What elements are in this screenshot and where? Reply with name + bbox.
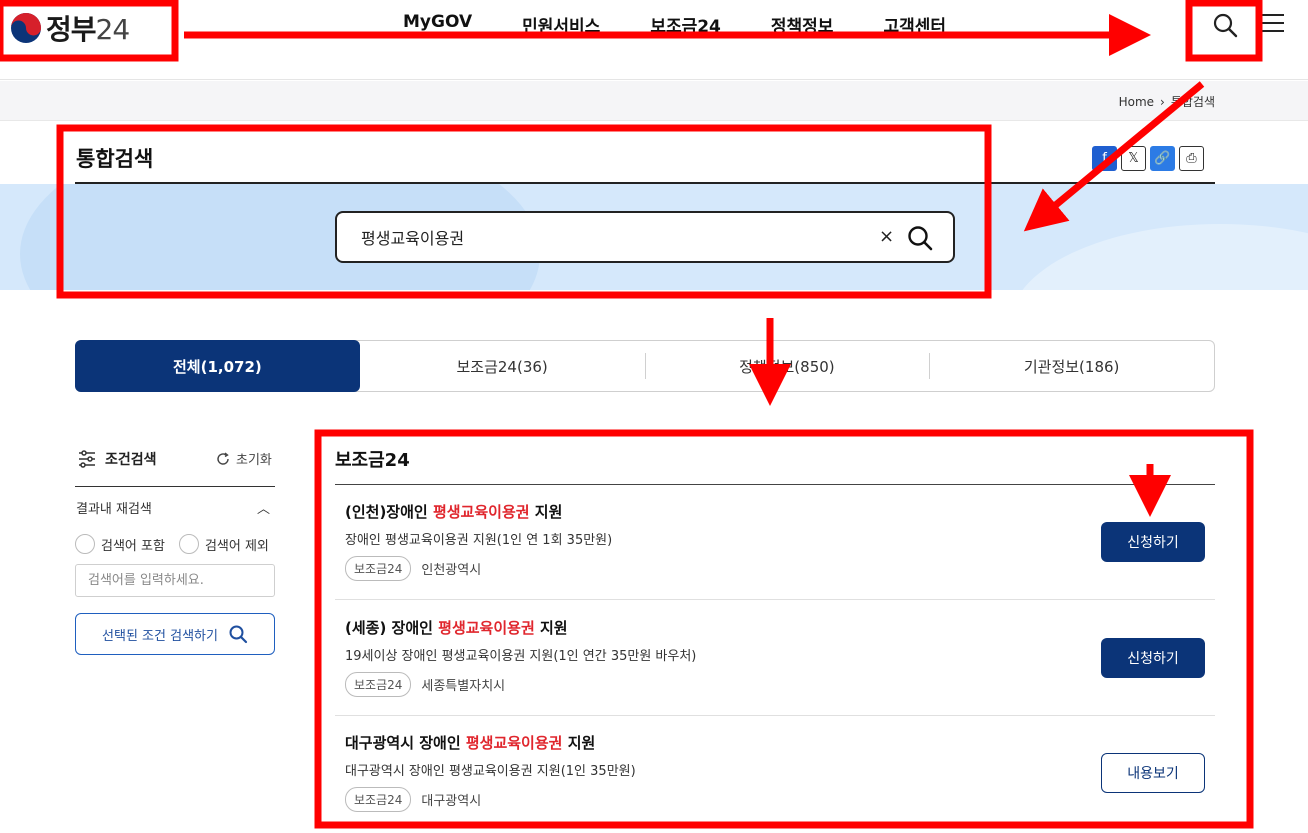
result-tabs: 전체(1,072) 보조금24(36) 정책정보(850) 기관정보(186) <box>75 340 1215 392</box>
breadcrumb-current: 통합검색 <box>1170 95 1215 109</box>
result-description: 19세이상 장애인 평생교육이용권 지원(1인 연간 35만원 바우처) <box>345 649 697 664</box>
search-box: × <box>335 211 955 263</box>
facebook-share-icon[interactable]: f <box>1092 146 1117 171</box>
breadcrumb-bar: Home › 통합검색 <box>0 81 1308 121</box>
reset-button[interactable]: 초기화 <box>215 449 272 468</box>
tab-all[interactable]: 전체(1,072) <box>75 340 360 392</box>
main-nav: MyGOV 민원서비스 보조금24 정책정보 고객센터 <box>403 12 946 37</box>
re-search-label: 결과내 재검색 <box>76 502 152 517</box>
nav-item-policy[interactable]: 정책정보 <box>771 12 834 37</box>
result-description: 장애인 평생교육이용권 지원(1인 연 1회 35만원) <box>345 533 613 548</box>
logo-text: 정부24 <box>46 13 130 46</box>
search-input[interactable] <box>361 225 861 249</box>
filter-divider <box>75 486 275 487</box>
site-header: 정부24 MyGOV 민원서비스 보조금24 정책정보 고객센터 <box>0 0 1308 80</box>
organization: 인천광역시 <box>421 563 482 578</box>
condition-search-button[interactable]: 선택된 조건 검색하기 <box>75 613 275 655</box>
list-item: (세종) 장애인 평생교육이용권 지원 19세이상 장애인 평생교육이용권 지원… <box>335 601 1215 716</box>
filter-header: 조건검색 <box>77 449 157 469</box>
nav-item-civil-service[interactable]: 민원서비스 <box>522 12 600 37</box>
organization: 세종특별자치시 <box>421 679 506 694</box>
include-radio[interactable]: 검색어 포함 <box>75 534 165 554</box>
result-tags: 보조금24 대구광역시 <box>345 787 481 812</box>
link-copy-icon[interactable]: 🔗 <box>1150 146 1175 171</box>
filter-title: 조건검색 <box>105 452 157 468</box>
nav-item-mygov[interactable]: MyGOV <box>403 12 472 37</box>
result-title[interactable]: (인천)장애인 평생교육이용권 지원 <box>345 501 562 522</box>
exclude-radio[interactable]: 검색어 제외 <box>178 534 269 554</box>
x-share-icon[interactable]: 𝕏 <box>1121 146 1146 171</box>
logo[interactable]: 정부24 <box>10 8 130 48</box>
view-details-button[interactable]: 내용보기 <box>1101 753 1205 793</box>
apply-button[interactable]: 신청하기 <box>1101 638 1205 678</box>
chevron-right-icon: › <box>1160 94 1165 109</box>
search-mode-radios: 검색어 포함 검색어 제외 <box>75 534 269 554</box>
organization: 대구광역시 <box>421 794 482 809</box>
result-description: 대구광역시 장애인 평생교육이용권 지원(1인 35만원) <box>345 764 636 779</box>
breadcrumb: Home › 통합검색 <box>1119 93 1215 110</box>
reset-label: 초기화 <box>236 453 272 468</box>
print-icon[interactable]: ⎙ <box>1179 146 1204 171</box>
list-item: (인천)장애인 평생교육이용권 지원 장애인 평생교육이용권 지원(1인 연 1… <box>335 485 1215 600</box>
clear-icon[interactable]: × <box>879 226 894 247</box>
result-tags: 보조금24 세종특별자치시 <box>345 672 505 697</box>
tab-policy[interactable]: 정책정보(850) <box>644 341 930 391</box>
section-title: 보조금24 <box>335 450 410 471</box>
search-icon <box>229 625 248 644</box>
keyword-input[interactable] <box>75 564 275 597</box>
breadcrumb-home[interactable]: Home <box>1119 95 1154 109</box>
chevron-up-icon[interactable]: ︿ <box>257 498 270 517</box>
list-item: 대구광역시 장애인 평생교육이용권 지원 대구광역시 장애인 평생교육이용권 지… <box>335 716 1215 831</box>
tab-agency[interactable]: 기관정보(186) <box>929 341 1214 391</box>
decorative-wave <box>1010 224 1308 290</box>
page-title: 통합검색 <box>76 147 154 171</box>
hamburger-menu-icon[interactable] <box>1262 14 1284 34</box>
search-submit-icon[interactable] <box>907 225 933 251</box>
result-title[interactable]: 대구광역시 장애인 평생교육이용권 지원 <box>345 732 595 753</box>
refresh-icon <box>217 451 229 465</box>
sliders-icon <box>79 450 95 468</box>
result-tags: 보조금24 인천광역시 <box>345 556 481 581</box>
result-title[interactable]: (세종) 장애인 평생교육이용권 지원 <box>345 617 568 638</box>
search-band: × <box>0 184 1308 290</box>
category-badge: 보조금24 <box>345 556 412 581</box>
category-badge: 보조금24 <box>345 672 412 697</box>
apply-button[interactable]: 신청하기 <box>1101 522 1205 562</box>
share-buttons: f 𝕏 🔗 ⎙ <box>1092 146 1204 171</box>
nav-item-customer-center[interactable]: 고객센터 <box>883 12 946 37</box>
nav-item-subsidy24[interactable]: 보조금24 <box>650 12 721 37</box>
taegeuk-logo-icon <box>11 13 41 43</box>
category-badge: 보조금24 <box>345 787 412 812</box>
search-icon[interactable] <box>1212 12 1238 38</box>
tab-subsidy24[interactable]: 보조금24(36) <box>360 341 645 391</box>
